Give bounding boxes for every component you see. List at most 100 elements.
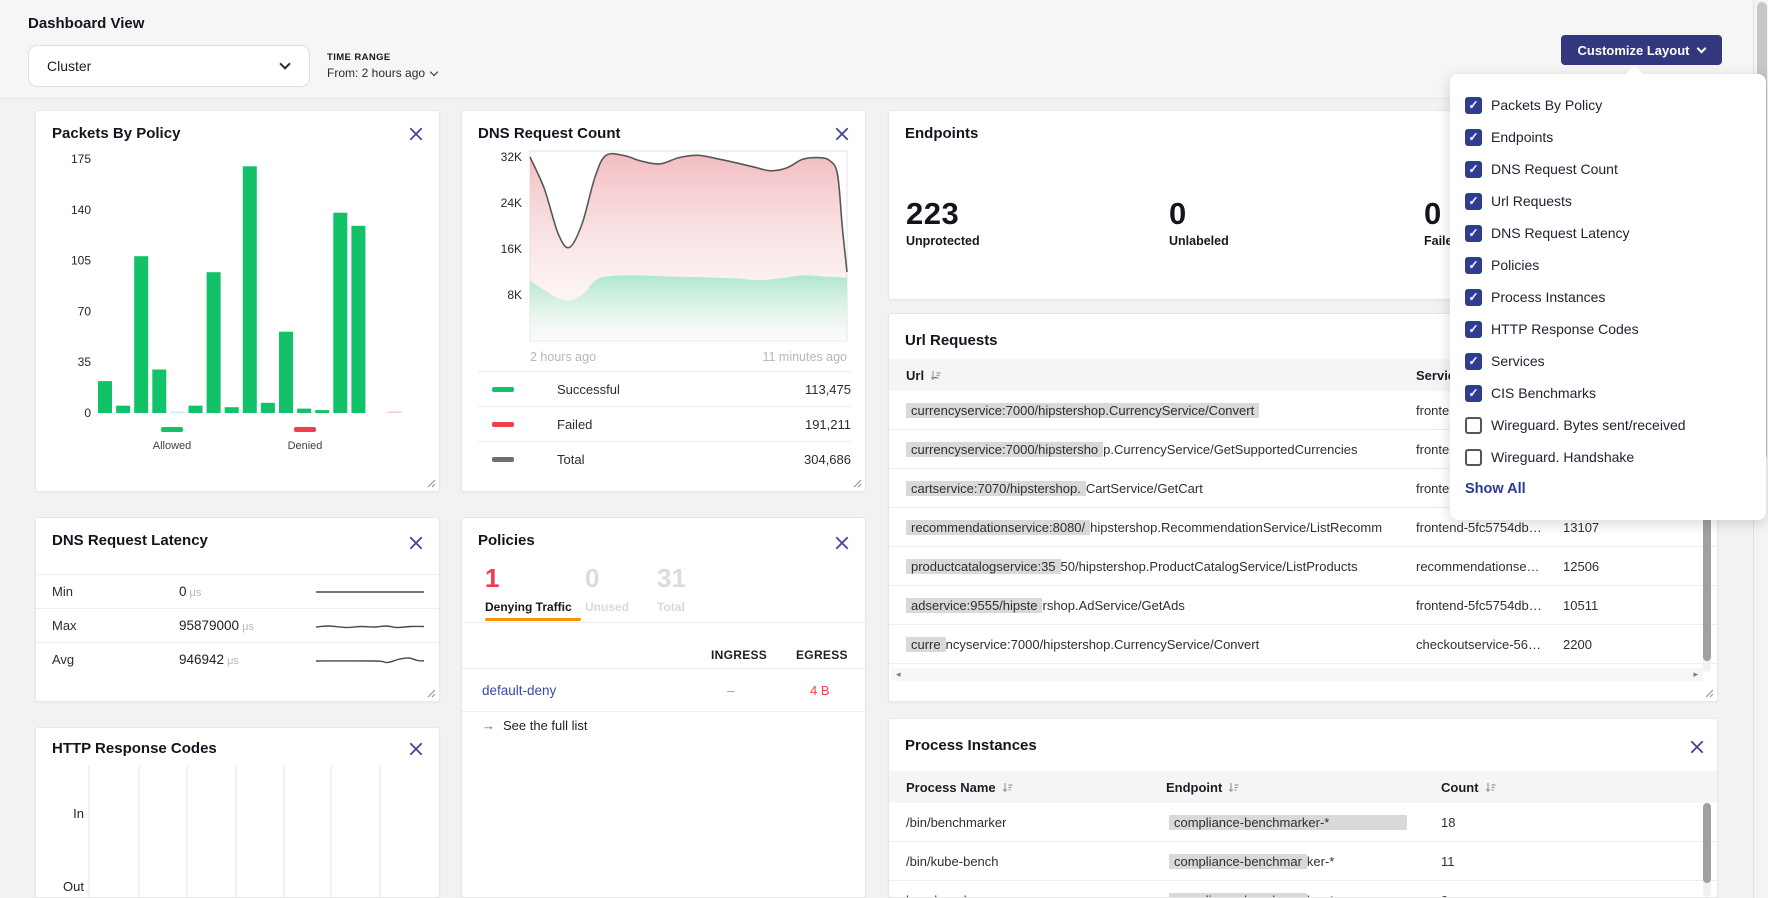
url-request-row: adservice:9555/hipstershop.AdService/Get… [889, 586, 1717, 625]
count-cell: 13107 [1563, 520, 1599, 535]
svg-text:Out: Out [63, 879, 84, 894]
menu-item-wireguard-bytes-sent-received[interactable]: Wireguard. Bytes sent/received [1450, 409, 1766, 441]
service-cell: recommendationse… [1416, 559, 1540, 574]
menu-item-label: Wireguard. Handshake [1491, 449, 1634, 465]
active-tab-underline [485, 618, 581, 621]
menu-item-dns-request-count[interactable]: ✓DNS Request Count [1450, 153, 1766, 185]
count-column-header[interactable]: Count [1441, 780, 1496, 795]
process-name-cell: /bin/benchmarker [906, 815, 1006, 830]
policies-tab-denying-traffic[interactable]: 1 Denying Traffic [485, 563, 572, 614]
customize-layout-button[interactable]: Customize Layout [1561, 35, 1722, 65]
checked-checkbox-icon[interactable]: ✓ [1465, 289, 1482, 306]
show-all-link[interactable]: Show All [1465, 481, 1766, 497]
checked-checkbox-icon[interactable]: ✓ [1465, 97, 1482, 114]
svg-text:140: 140 [71, 203, 91, 217]
svg-text:175: 175 [71, 152, 91, 166]
card-title: Endpoints [905, 125, 978, 142]
policy-row: default-deny – 4 B [462, 668, 865, 712]
tab-label: Unused [585, 600, 629, 614]
url-column-header[interactable]: Url [906, 368, 941, 383]
bar [388, 412, 402, 414]
time-range-from[interactable]: From: 2 hours ago [327, 66, 437, 80]
checked-checkbox-icon[interactable]: ✓ [1465, 353, 1482, 370]
menu-item-packets-by-policy[interactable]: ✓ Packets By Policy [1450, 89, 1766, 121]
latency-value: 0μs [179, 584, 201, 599]
scroll-left-icon[interactable]: ◂ [896, 669, 901, 680]
legend-swatch-icon [492, 457, 514, 462]
process-instance-row: /bin/kube-benchcompliance-benchmarker-*1… [889, 842, 1717, 881]
view-selector[interactable]: Cluster [28, 45, 310, 87]
service-cell: frontend-5fc5754db… [1416, 520, 1542, 535]
ingress-header: INGRESS [711, 648, 767, 662]
menu-item-services[interactable]: ✓Services [1450, 345, 1766, 377]
checked-checkbox-icon[interactable]: ✓ [1465, 225, 1482, 242]
menu-item-http-response-codes[interactable]: ✓ HTTP Response Codes [1450, 313, 1766, 345]
menu-item-label: HTTP Response Codes [1491, 321, 1639, 337]
customize-layout-menu: ✓Packets By Policy✓Endpoints✓DNS Request… [1450, 74, 1766, 520]
latency-label: Min [52, 584, 73, 599]
menu-item-process-instances[interactable]: ✓Process Instances [1450, 281, 1766, 313]
policy-name-link[interactable]: default-deny [482, 683, 556, 698]
checked-checkbox-icon[interactable]: ✓ [1465, 161, 1482, 178]
checked-checkbox-icon[interactable]: ✓ [1465, 129, 1482, 146]
checked-checkbox-icon[interactable]: ✓ [1465, 257, 1482, 274]
highlighted-text: compliance-benchmar [1169, 854, 1307, 869]
unchecked-checkbox-icon[interactable] [1465, 417, 1482, 434]
policies-tab-unused[interactable]: 0 Unused [585, 563, 629, 614]
close-icon[interactable] [834, 535, 850, 551]
checked-checkbox-icon[interactable]: ✓ [1465, 321, 1482, 338]
resize-handle-icon[interactable] [1705, 689, 1714, 698]
bar [170, 412, 184, 414]
svg-text:32K: 32K [501, 150, 522, 164]
tab-value: 1 [485, 563, 572, 594]
tab-value: 0 [585, 563, 629, 594]
menu-item-cis-benchmarks[interactable]: ✓CIS Benchmarks [1450, 377, 1766, 409]
bar [261, 403, 275, 413]
dns-request-count-card: DNS Request Count 32K24K16K8K2 hours ago… [461, 110, 866, 492]
svg-text:105: 105 [71, 254, 91, 268]
latency-row-max: Max95879000μs [36, 608, 439, 642]
scroll-right-icon[interactable]: ▸ [1693, 669, 1698, 680]
policies-tab-total[interactable]: 31Total [657, 563, 686, 614]
resize-handle-icon[interactable] [853, 479, 862, 488]
tab-label: Denying Traffic [485, 600, 572, 614]
menu-items: ✓Packets By Policy✓Endpoints✓DNS Request… [1450, 89, 1766, 473]
packets-by-policy-card: Packets By Policy 17514010570350AllowedD… [35, 110, 440, 492]
svg-text:35: 35 [78, 355, 92, 369]
unchecked-checkbox-icon[interactable] [1465, 449, 1482, 466]
packets-by-policy-chart: 17514010570350AllowedDenied [36, 125, 441, 485]
menu-item-policies[interactable]: ✓Policies [1450, 249, 1766, 281]
process-name-column-header[interactable]: Process Name [906, 780, 1013, 795]
sparkline-chart [314, 585, 426, 599]
legend-row-failed: Failed191,211 [478, 406, 851, 441]
resize-handle-icon[interactable] [427, 479, 436, 488]
checked-checkbox-icon[interactable]: ✓ [1465, 385, 1482, 402]
menu-item-wireguard-handshake[interactable]: Wireguard. Handshake [1450, 441, 1766, 473]
close-icon[interactable] [1689, 739, 1705, 755]
vertical-scrollbar[interactable] [1703, 803, 1711, 897]
highlighted-text: currencyservice:7000/hipstershop.Currenc… [906, 403, 1259, 418]
chevron-down-icon [279, 58, 290, 69]
card-title: Policies [478, 532, 535, 549]
horizontal-scrollbar[interactable]: ◂▸ [891, 668, 1703, 681]
service-cell: frontend-5fc5754db… [1416, 598, 1542, 613]
menu-item-url-requests[interactable]: ✓Url Requests [1450, 185, 1766, 217]
menu-item-label: Packets By Policy [1491, 97, 1602, 113]
legend-value: 191,211 [805, 417, 851, 432]
menu-item-dns-request-latency[interactable]: ✓DNS Request Latency [1450, 217, 1766, 249]
menu-item-endpoints[interactable]: ✓Endpoints [1450, 121, 1766, 153]
endpoint-column-header[interactable]: Endpoint [1166, 780, 1239, 795]
see-full-list-link[interactable]: → See the full list [482, 718, 588, 733]
latency-row-min: Min 0μs [36, 574, 439, 608]
svg-text:70: 70 [78, 304, 92, 318]
svg-text:24K: 24K [501, 196, 522, 210]
count-cell: 9 [1441, 893, 1448, 898]
highlighted-text: recommendationservice:8080/ [906, 520, 1090, 535]
close-icon[interactable] [408, 535, 424, 551]
checked-checkbox-icon[interactable]: ✓ [1465, 193, 1482, 210]
count-cell: 10511 [1563, 598, 1598, 613]
count-cell: 2200 [1563, 637, 1592, 652]
bar [333, 213, 347, 413]
resize-handle-icon[interactable] [427, 689, 436, 698]
svg-text:In: In [73, 806, 84, 821]
